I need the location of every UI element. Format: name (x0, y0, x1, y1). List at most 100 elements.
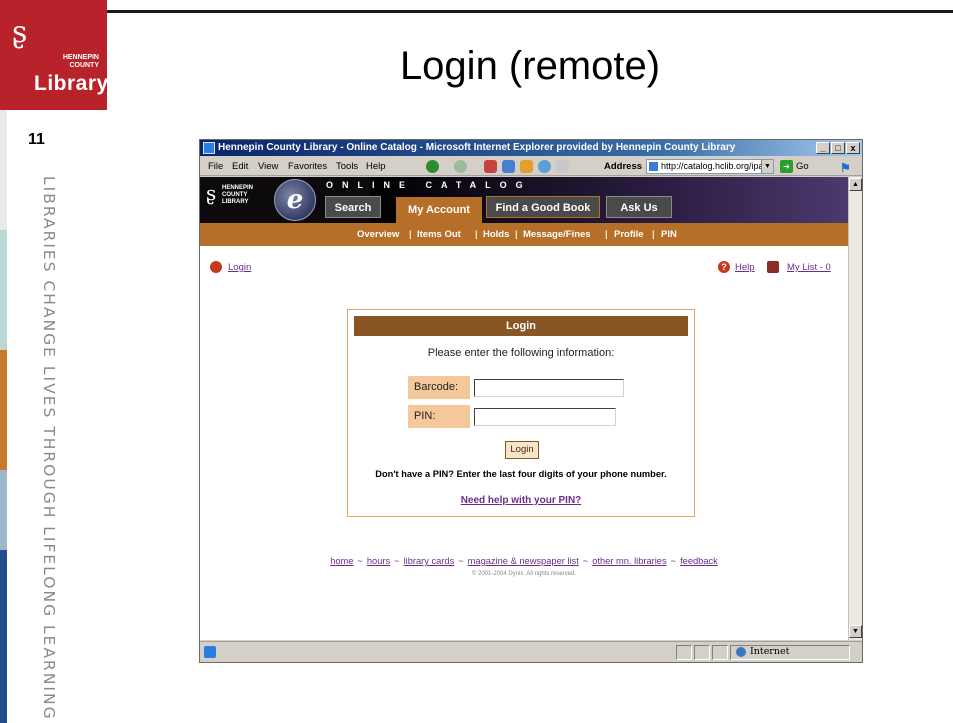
status-cell (694, 645, 710, 660)
account-subnav: Overview | Items Out | Holds | Message/F… (200, 223, 848, 246)
address-bar[interactable]: http://catalog.hclib.org/ipac2 ▼ (646, 159, 774, 174)
footer-link-other-libraries[interactable]: other mn. libraries (592, 556, 666, 566)
catalog-logo-line1: HENNEPIN (222, 185, 254, 191)
status-cell (712, 645, 728, 660)
menu-file[interactable]: File (208, 157, 223, 176)
tab-ask-us[interactable]: Ask Us (606, 196, 672, 218)
scroll-down-icon[interactable]: ▼ (849, 625, 862, 638)
help-icon[interactable]: ? (718, 261, 730, 273)
subnav-separator: | (409, 229, 412, 240)
page-icon (649, 162, 658, 171)
title-rule (107, 10, 953, 13)
refresh-icon[interactable] (502, 160, 515, 173)
catalog-logo-line2: COUNTY (222, 192, 248, 198)
subnav-separator: | (515, 229, 518, 240)
logo-line2: COUNTY (69, 62, 99, 69)
side-slogan: LIBRARIES CHANGE LIVES THROUGH LIFELONG … (40, 176, 58, 721)
login-instructions: Please enter the following information: (427, 347, 615, 359)
page-viewport[interactable]: ʂ HENNEPIN COUNTY LIBRARY e ONLINE CATAL… (200, 177, 848, 640)
tab-my-account[interactable]: My Account (396, 197, 482, 223)
barcode-input[interactable] (474, 379, 624, 397)
menu-tools[interactable]: Tools (336, 157, 358, 176)
subnav-message-fines[interactable]: Message/Fines (523, 223, 591, 246)
menu-help[interactable]: Help (366, 157, 386, 176)
reader-figure-icon: ʂ (12, 15, 28, 50)
ie-status-icon (204, 646, 216, 658)
band-segment (0, 470, 7, 550)
pin-label: PIN: (408, 405, 470, 428)
browser-window: Hennepin County Library - Online Catalog… (199, 139, 863, 663)
address-label: Address (604, 161, 643, 172)
my-list-link[interactable]: My List - 0 (787, 262, 831, 273)
logo-line1: HENNEPIN (62, 54, 99, 61)
menu-view[interactable]: View (258, 157, 278, 176)
subnav-separator: | (652, 229, 655, 240)
footer-nav: home ~ hours ~ library cards ~ magazine & news… (200, 556, 848, 566)
catalog-header: ʂ HENNEPIN COUNTY LIBRARY e ONLINE CATAL… (200, 177, 848, 223)
footer-link-home[interactable]: home (330, 556, 353, 566)
footer-separator: ~ (582, 556, 589, 566)
stop-icon[interactable] (484, 160, 497, 173)
footer-separator: ~ (458, 556, 464, 566)
hennepin-library-logo: ʂ HENNEPIN COUNTY Library (0, 0, 109, 110)
status-cell (676, 645, 692, 660)
logo-wordmark: Library (34, 72, 109, 95)
address-value: http://catalog.hclib.org/ipac2 (661, 161, 774, 171)
barcode-label: Barcode: (408, 376, 470, 399)
band-segment (0, 110, 7, 230)
go-arrow-icon[interactable]: ➜ (780, 160, 793, 173)
footer-link-library-cards[interactable]: library cards (404, 556, 455, 566)
security-zone: Internet (750, 646, 790, 657)
footer-separator: ~ (357, 556, 363, 566)
go-button[interactable]: Go (796, 157, 809, 176)
login-panel-heading: Login (354, 316, 688, 336)
chevron-down-icon[interactable]: ▼ (761, 160, 773, 173)
footer-link-hours[interactable]: hours (367, 556, 390, 566)
forward-icon[interactable] (454, 160, 467, 173)
band-segment (0, 350, 7, 470)
login-panel: Login Please enter the following informa… (347, 309, 695, 517)
footer-separator: ~ (394, 556, 400, 566)
tab-search[interactable]: Search (325, 196, 381, 218)
status-bar: Internet (200, 641, 862, 662)
window-titlebar[interactable]: Hennepin County Library - Online Catalog… (200, 140, 862, 156)
vertical-scrollbar[interactable]: ▲ ▼ (848, 177, 862, 640)
pin-help-link[interactable]: Need help with your PIN? (348, 495, 694, 506)
menu-edit[interactable]: Edit (232, 157, 248, 176)
breadcrumb-login[interactable]: Login (228, 262, 251, 273)
subnav-overview[interactable]: Overview (357, 223, 399, 246)
tab-find-a-good-book[interactable]: Find a Good Book (486, 196, 600, 218)
back-icon[interactable] (426, 160, 439, 173)
logo-text: HENNEPIN COUNTY (55, 54, 99, 70)
favorites-icon[interactable] (538, 160, 551, 173)
subnav-pin[interactable]: PIN (661, 223, 677, 246)
book-list-icon[interactable] (767, 261, 779, 273)
home-icon[interactable] (520, 160, 533, 173)
subnav-items-out[interactable]: Items Out (417, 223, 461, 246)
copyright-notice: © 2001-2004 Dynix. All rights reserved. (471, 571, 577, 577)
status-zone-cell (730, 645, 850, 660)
menu-toolbar: File Edit View Favorites Tools Help Addr… (200, 157, 862, 176)
online-catalog-banner: ONLINE CATALOG (326, 180, 532, 190)
footer-link-magazine-list[interactable]: magazine & newspaper list (468, 556, 579, 566)
footer-link-feedback[interactable]: feedback (680, 556, 718, 566)
windows-logo-icon: ⚑ (840, 161, 851, 175)
login-button[interactable]: Login (505, 441, 539, 459)
maximize-button[interactable]: □ (831, 142, 845, 154)
scroll-up-icon[interactable]: ▲ (849, 178, 862, 191)
print-icon[interactable] (556, 160, 569, 173)
subnav-holds[interactable]: Holds (483, 223, 509, 246)
minimize-button[interactable]: _ (816, 142, 830, 154)
ie-icon (203, 142, 215, 154)
help-link[interactable]: Help (735, 262, 755, 273)
catalog-logo-text: HENNEPIN COUNTY LIBRARY (222, 185, 253, 206)
pin-input[interactable] (474, 408, 616, 426)
subnav-separator: | (605, 229, 608, 240)
arrow-right-icon (210, 261, 222, 273)
band-segment (0, 230, 7, 350)
close-button[interactable]: x (846, 142, 860, 154)
subnav-separator: | (475, 229, 478, 240)
window-controls: _ □ x (816, 142, 860, 154)
menu-favorites[interactable]: Favorites (288, 157, 327, 176)
subnav-profile[interactable]: Profile (614, 223, 644, 246)
